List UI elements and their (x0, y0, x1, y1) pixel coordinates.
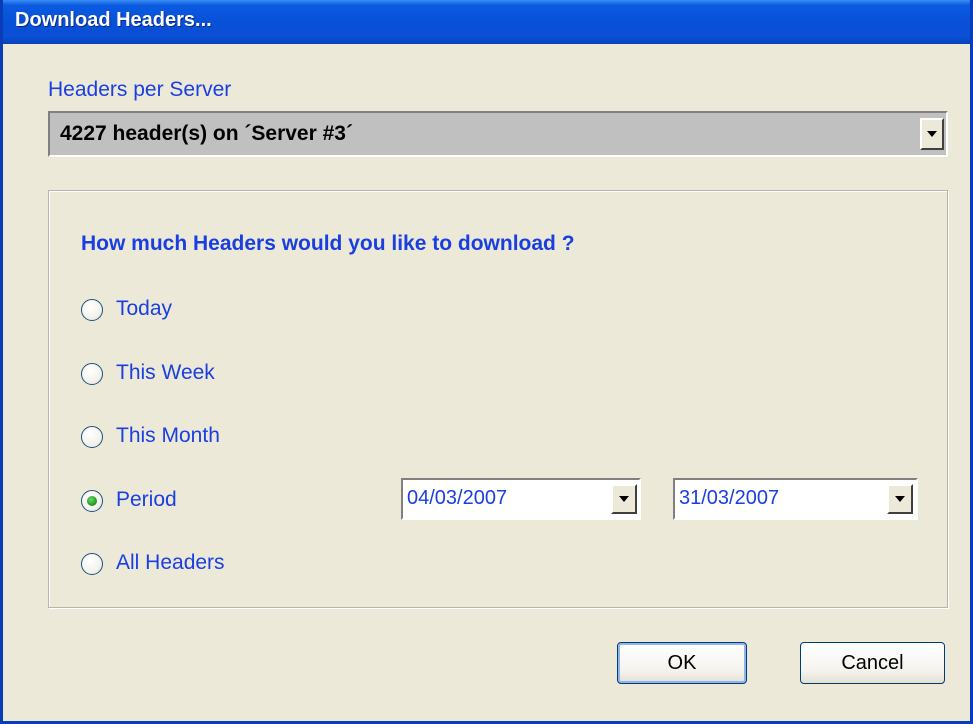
radio-button[interactable] (81, 553, 103, 575)
period-start-date-picker[interactable]: 04/03/2007 (401, 478, 641, 520)
chevron-down-icon (895, 496, 905, 502)
period-start-date-value: 04/03/2007 (407, 487, 508, 509)
period-end-dropdown-button[interactable] (887, 484, 913, 514)
radio-button-selected[interactable] (81, 490, 103, 512)
window-title: Download Headers... (15, 9, 212, 31)
radio-this-month-label[interactable]: This Month (116, 424, 220, 448)
radio-all-headers-label[interactable]: All Headers (116, 551, 225, 575)
ok-button[interactable]: OK (617, 642, 747, 684)
radio-button[interactable] (81, 426, 103, 448)
download-question: How much Headers would you like to downl… (81, 232, 575, 255)
radio-today-label[interactable]: Today (116, 297, 172, 321)
period-end-date-picker[interactable]: 31/03/2007 (673, 478, 918, 520)
chevron-down-icon (927, 131, 937, 137)
server-dropdown-button[interactable] (920, 118, 944, 150)
radio-button[interactable] (81, 299, 103, 321)
title-bar[interactable]: Download Headers... (3, 0, 970, 44)
period-end-date-value: 31/03/2007 (679, 487, 780, 509)
radio-selected-dot (87, 496, 97, 506)
download-headers-dialog: Download Headers... Headers per Server 4… (0, 0, 973, 724)
cancel-button[interactable]: Cancel (800, 642, 945, 684)
period-start-dropdown-button[interactable] (611, 484, 637, 514)
radio-period-label[interactable]: Period (116, 488, 177, 512)
radio-button[interactable] (81, 363, 103, 385)
radio-this-week-label[interactable]: This Week (116, 361, 215, 385)
chevron-down-icon (619, 496, 629, 502)
server-select[interactable]: 4227 header(s) on ´Server #3´ (48, 111, 948, 157)
headers-per-server-label: Headers per Server (48, 78, 232, 101)
server-select-value: 4227 header(s) on ´Server #3´ (60, 122, 353, 145)
